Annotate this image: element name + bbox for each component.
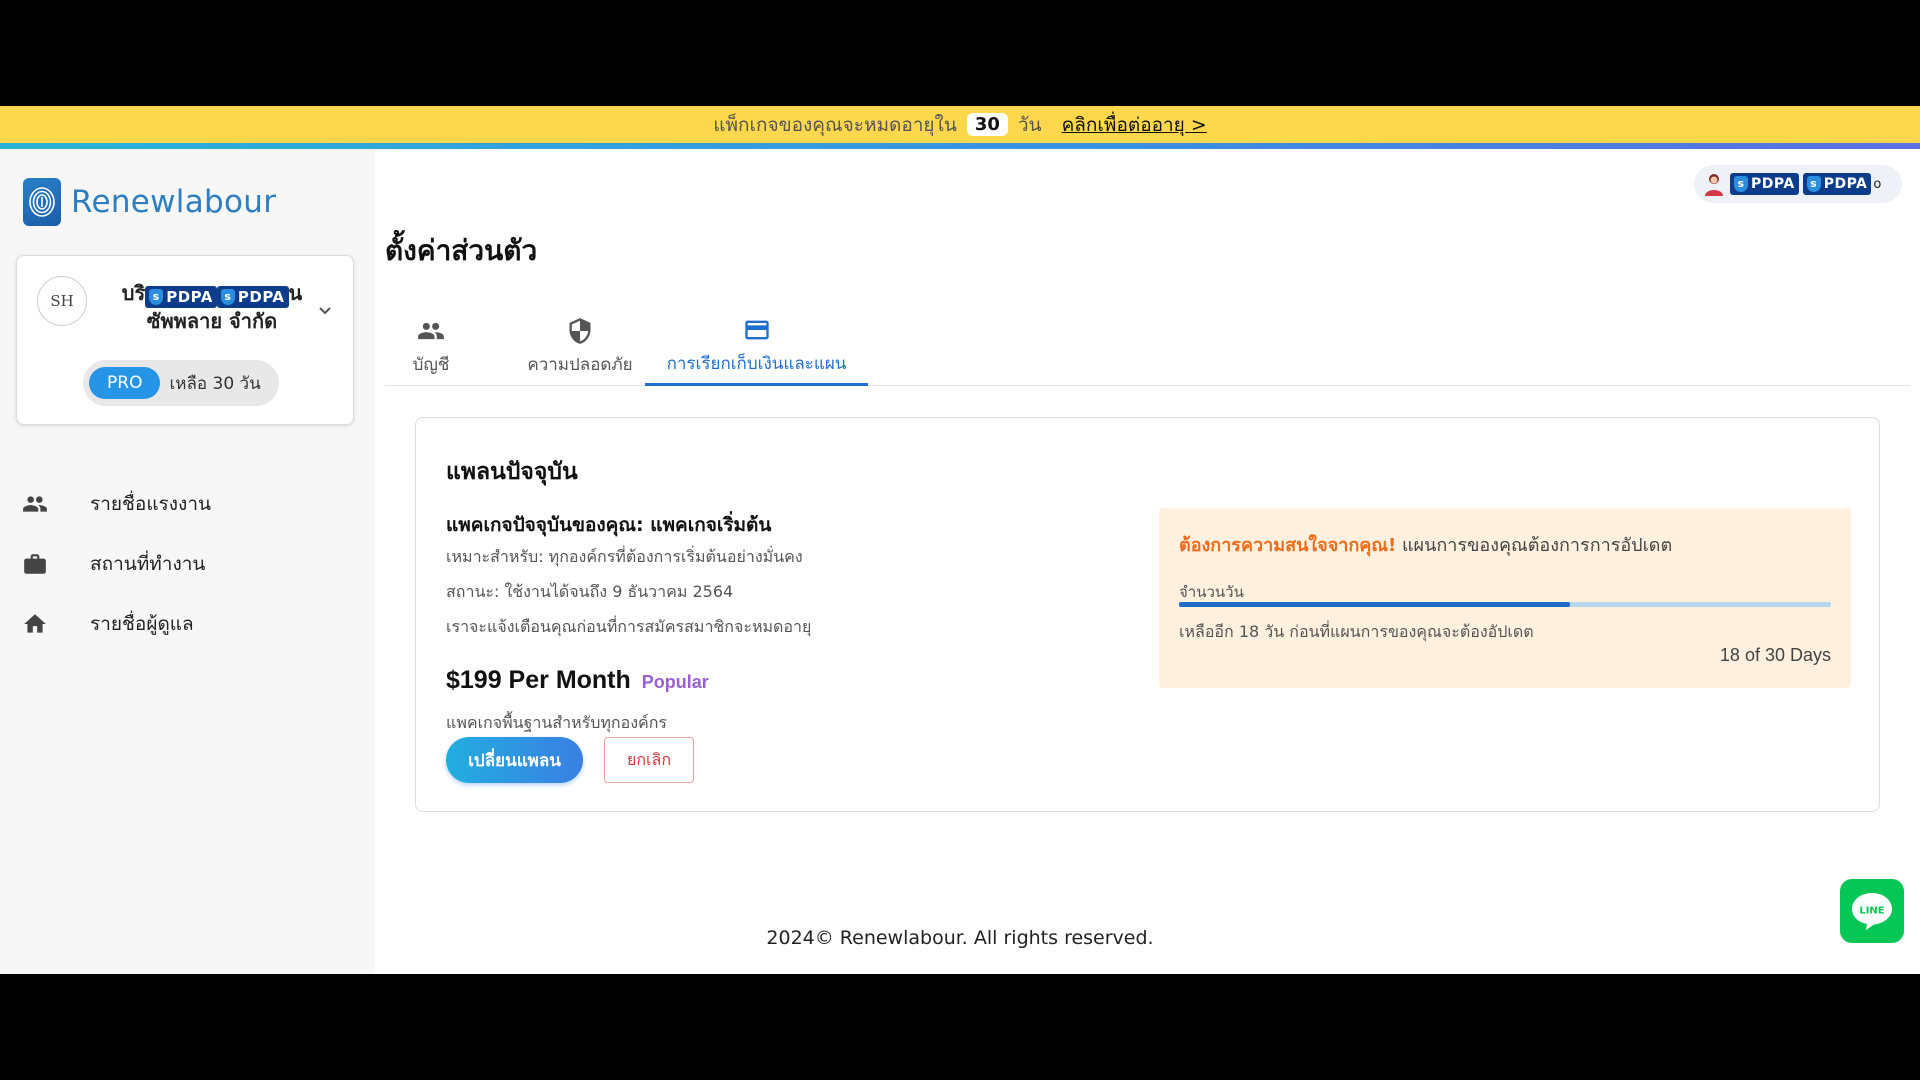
main-content: s PDPA s PDPA o ตั้งค่าส่วนตัว บัญชี ความป… [375, 149, 1920, 974]
attention-alert: ต้องการความสนใจจากคุณ! แผนการของคุณต้องก… [1159, 508, 1851, 688]
tab-label: บัญชี [412, 355, 450, 375]
current-package: แพคเกจปัจจุบันของคุณ: แพคเกจเริ่มต้น [446, 514, 772, 536]
expiry-banner: แพ็กเกจของคุณจะหมดอายุใน 30 วัน คลิกเพื่… [0, 106, 1920, 143]
line-chat-button[interactable]: LINE [1840, 879, 1904, 943]
sidebar-nav: รายชื่อแรงงาน สถานที่ทำงาน รายชื่อผู้ดูแ… [0, 474, 375, 654]
page-title: ตั้งค่าส่วนตัว [385, 234, 538, 267]
sidebar-item-workers[interactable]: รายชื่อแรงงาน [0, 474, 375, 534]
user-menu[interactable]: s PDPA s PDPA o [1694, 165, 1902, 203]
change-plan-button[interactable]: เปลี่ยนแพลน [446, 737, 583, 783]
plan-notice: เราจะแจ้งเตือนคุณก่อนที่การสมัครสมาชิกจะ… [446, 617, 812, 636]
footer-copyright: 2024© Renewlabour. All rights reserved. [766, 927, 1154, 949]
plan-suitable-for: เหมาะสำหรับ: ทุกองค์กรที่ต้องการเริ่มต้น… [446, 547, 803, 566]
attention-message: ต้องการความสนใจจากคุณ! แผนการของคุณต้องก… [1179, 530, 1672, 559]
user-name: o [1873, 176, 1882, 192]
pdpa-redaction-badge: s PDPA [216, 286, 289, 308]
shield-icon: s [220, 289, 235, 305]
briefcase-icon [24, 554, 46, 574]
days-left: เหลือ 30 วัน [169, 373, 261, 394]
plan-price: $199 Per Month Popular [446, 666, 709, 695]
pdpa-label: PDPA [166, 288, 213, 306]
user-avatar [1705, 174, 1723, 196]
pdpa-redaction-badge: s PDPA [1730, 173, 1799, 195]
pdpa-redaction-badge: s PDPA [1802, 173, 1872, 195]
company-avatar: SH [37, 276, 87, 326]
popular-tag: Popular [641, 672, 709, 692]
app-logo[interactable]: Renewlabour [23, 178, 276, 226]
attention-text: แผนการของคุณต้องการการอัปเดต [1401, 535, 1673, 556]
renew-link[interactable]: คลิกเพื่อต่ออายุ > [1062, 110, 1207, 140]
sidebar-item-label: รายชื่อแรงงาน [90, 493, 211, 515]
price-text: $199 Per Month [446, 666, 631, 694]
credit-card-icon [744, 320, 769, 339]
tab-label: การเรียกเก็บเงินและแผน [666, 353, 847, 374]
home-icon [24, 614, 46, 633]
chevron-down-icon[interactable] [315, 300, 335, 320]
people-icon [418, 322, 444, 340]
line-icon: LINE [1852, 893, 1892, 930]
shield-icon: s [1734, 176, 1748, 192]
days-remaining-text: เหลืออีก 18 วัน ก่อนที่แผนการของคุณจะต้อ… [1179, 622, 1534, 641]
tab-account[interactable]: บัญชี [405, 309, 457, 386]
days-progress-fill [1179, 602, 1571, 607]
company-name: บริ s PDPA s PDPA น ซัพพลาย จำกัด [107, 280, 317, 334]
company-name-end: น [288, 281, 303, 305]
expiry-banner-text: แพ็กเกจของคุณจะหมดอายุใน [713, 113, 957, 136]
pdpa-redaction-badge: s PDPA [145, 286, 217, 308]
price-description: แพคเกจพื้นฐานสำหรับทุกองค์กร [446, 713, 668, 732]
pdpa-label: PDPA [1751, 176, 1795, 192]
shield-icon [569, 318, 591, 344]
plan-heading: แพลนปัจจุบัน [446, 459, 578, 485]
expiry-days-count: 30 [966, 113, 1008, 136]
days-label: จำนวนวัน [1179, 583, 1244, 601]
pro-badge: PRO [89, 367, 161, 399]
expiry-days-unit: วัน [1017, 113, 1042, 136]
company-selector[interactable]: SH บริ s PDPA s PDPA น ซัพพลาย จำกัด PRO เหลื… [16, 255, 354, 425]
attention-strong: ต้องการความสนใจจากคุณ! [1179, 535, 1397, 556]
tab-security[interactable]: ความปลอดภัย [505, 309, 655, 386]
pdpa-label: PDPA [237, 288, 285, 306]
cancel-plan-button[interactable]: ยกเลิก [604, 737, 694, 783]
line-label: LINE [1859, 906, 1884, 917]
tab-billing[interactable]: การเรียกเก็บเงินและแผน [645, 309, 868, 386]
plan-status: สถานะ: ใช้งานได้จนถึง 9 ธันวาคม 2564 [446, 582, 734, 601]
sidebar-item-supervisors[interactable]: รายชื่อผู้ดูแล [0, 594, 375, 654]
sidebar-item-label: สถานที่ทำงาน [90, 553, 206, 575]
shield-icon: s [149, 289, 164, 305]
settings-tabs: บัญชี ความปลอดภัย การเรียกเก็บเงินและแผน [385, 309, 1910, 386]
sidebar-item-label: รายชื่อผู้ดูแล [90, 613, 194, 635]
sidebar: Renewlabour SH บริ s PDPA s PDPA น ซัพพลาย จำ… [0, 149, 375, 974]
company-name-start: บริ [121, 281, 146, 305]
app-logo-text: Renewlabour [71, 184, 277, 220]
days-count: 18 of 30 Days [1719, 645, 1831, 665]
fingerprint-icon [23, 178, 61, 226]
days-progress-bar [1179, 602, 1831, 607]
current-plan-card: แพลนปัจจุบัน แพคเกจปัจจุบันของคุณ: แพคเก… [415, 417, 1880, 812]
plan-status-pill: PRO เหลือ 30 วัน [83, 360, 279, 406]
tab-label: ความปลอดภัย [527, 355, 633, 375]
people-icon [23, 496, 47, 512]
company-name-line2: ซัพพลาย จำกัด [146, 309, 278, 333]
sidebar-item-workplaces[interactable]: สถานที่ทำงาน [0, 534, 375, 594]
pdpa-label: PDPA [1823, 176, 1868, 192]
app-window: Renewlabour SH บริ s PDPA s PDPA น ซัพพลาย จำ… [0, 149, 1920, 974]
shield-icon: s [1806, 176, 1821, 192]
